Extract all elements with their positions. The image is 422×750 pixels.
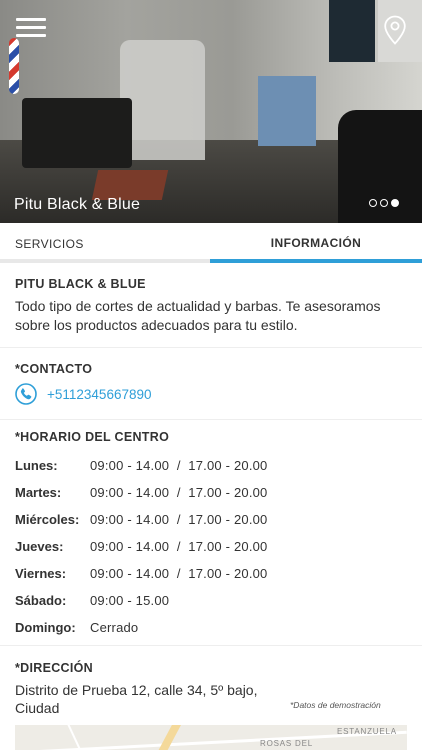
hours-title: *HORARIO DEL CENTRO [15,430,170,444]
hours-row: Domingo: Cerrado [15,620,415,640]
about-description-line: Todo tipo de cortes de actualidad y barb… [15,298,381,314]
carousel-dot[interactable] [369,199,377,207]
hours-row: Miércoles: 09:00 - 14.00 / 17.00 - 20.00 [15,512,415,532]
map-road [156,725,182,750]
address-title: *DIRECCIÓN [15,661,94,675]
hours-day: Viernes: [15,566,67,581]
hours-row: Martes: 09:00 - 14.00 / 17.00 - 20.00 [15,485,415,505]
map-label: ROSAS DEL [260,739,313,748]
hero-title: Pitu Black & Blue [14,196,141,213]
map-road [66,725,86,750]
hours-row: Jueves: 09:00 - 14.00 / 17.00 - 20.00 [15,539,415,559]
phone-icon[interactable] [15,383,37,405]
hours-value: 09:00 - 14.00 / 17.00 - 20.00 [90,566,268,581]
hours-day: Martes: [15,485,62,500]
hours-value: 09:00 - 14.00 / 17.00 - 20.00 [90,458,268,473]
hero-photo-standee [120,40,205,160]
carousel-dot[interactable] [380,199,388,207]
tab-informacion[interactable]: INFORMACIÓN [210,223,422,263]
contact-title: *CONTACTO [15,362,93,376]
hours-row: Sábado: 09:00 - 15.00 [15,593,415,613]
tab-servicios[interactable]: SERVICIOS [0,223,210,263]
hours-day: Miércoles: [15,512,80,527]
carousel-dots[interactable] [369,199,399,207]
hours-day: Domingo: [15,620,76,635]
hamburger-menu-icon[interactable] [16,18,46,38]
hero-image-carousel[interactable]: Pitu Black & Blue [0,0,422,223]
hours-day: Jueves: [15,539,64,554]
location-map[interactable]: ESTANZUELA ROSAS DEL [15,725,407,750]
hours-row: Lunes: 09:00 - 14.00 / 17.00 - 20.00 [15,458,415,478]
hero-photo-sofa [22,98,132,168]
hours-value: 09:00 - 15.00 [90,593,170,608]
hero-photo-desk [258,76,316,146]
about-title: PITU BLACK & BLUE [15,277,146,291]
map-pin-icon[interactable] [383,15,407,45]
hours-value: 09:00 - 14.00 / 17.00 - 20.00 [90,485,268,500]
hero-photo-poster [329,0,375,62]
hours-value: 09:00 - 14.00 / 17.00 - 20.00 [90,512,268,527]
address-line: Ciudad [15,700,60,716]
about-section: PITU BLACK & BLUE Todo tipo de cortes de… [0,263,422,348]
map-label: ESTANZUELA [337,727,397,736]
hours-value: 09:00 - 14.00 / 17.00 - 20.00 [90,539,268,554]
phone-number-link[interactable]: +5112345667890 [47,387,152,402]
address-line: Distrito de Prueba 12, calle 34, 5º bajo… [15,682,258,698]
tab-label: INFORMACIÓN [270,236,362,250]
carousel-dot-active[interactable] [391,199,399,207]
hours-value: Cerrado [90,620,139,635]
contact-section: *CONTACTO [0,348,422,420]
barber-pole [9,38,19,94]
tab-bar: SERVICIOS INFORMACIÓN [0,223,422,263]
about-description-line: sobre los productos adecuados para tu es… [15,317,298,333]
hours-row: Viernes: 09:00 - 14.00 / 17.00 - 20.00 [15,566,415,586]
hours-day: Sábado: [15,593,67,608]
demo-data-note: *Datos de demostración [290,700,381,710]
hours-day: Lunes: [15,458,58,473]
tab-label: SERVICIOS [15,237,84,251]
